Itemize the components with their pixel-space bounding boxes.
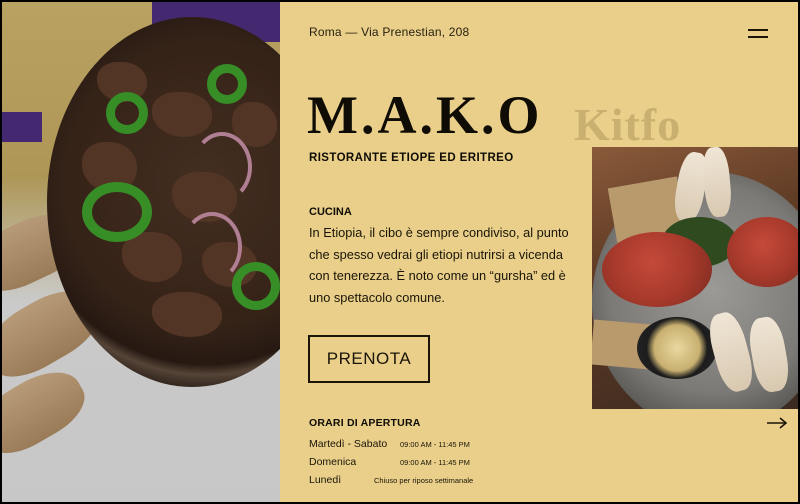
kitfo-platter-image (592, 147, 798, 409)
hours-time: 09:00 AM - 11:45 PM (400, 440, 470, 449)
dish-name-watermark: Kitfo (574, 99, 682, 150)
restaurant-address: Roma — Via Prenestian, 208 (309, 25, 470, 39)
arrow-right-icon[interactable] (766, 415, 788, 431)
arrow-right-icon (767, 417, 788, 429)
kitfo-tartare (727, 217, 798, 287)
hamburger-menu-icon[interactable] (748, 28, 768, 40)
hero-food-image (2, 2, 280, 502)
hours-day: Martedì - Sabato (309, 438, 388, 450)
opening-hours-heading: ORARI DI APERTURA (309, 417, 421, 429)
reserve-button[interactable]: PRENOTA (308, 335, 430, 383)
butter-bowl (637, 317, 717, 379)
cucina-heading: CUCINA (309, 206, 352, 218)
hours-row: Domenica 09:00 AM - 11:45 PM (309, 456, 470, 468)
hours-row: Martedì - Sabato 09:00 AM - 11:45 PM (309, 438, 470, 450)
cucina-description: In Etiopia, il cibo è sempre condiviso, … (309, 225, 569, 305)
menu-line (748, 36, 768, 38)
hours-time: 09:00 AM - 11:45 PM (400, 458, 470, 467)
image-shade (2, 2, 280, 502)
menu-line (748, 29, 768, 31)
page: Roma — Via Prenestian, 208 Kitfo M.A.K.O… (2, 2, 798, 502)
hours-day: Lunedì (309, 474, 342, 486)
restaurant-subtitle: RISTORANTE ETIOPE ED ERITREO (309, 152, 514, 164)
kitfo-tartare (602, 232, 712, 307)
hours-row: Lunedì Chiuso per riposo settimanale (309, 474, 473, 486)
restaurant-logo-title: M.A.K.O (307, 85, 543, 145)
hours-time: Chiuso per riposo settimanale (374, 476, 474, 485)
hours-day: Domenica (309, 456, 357, 468)
